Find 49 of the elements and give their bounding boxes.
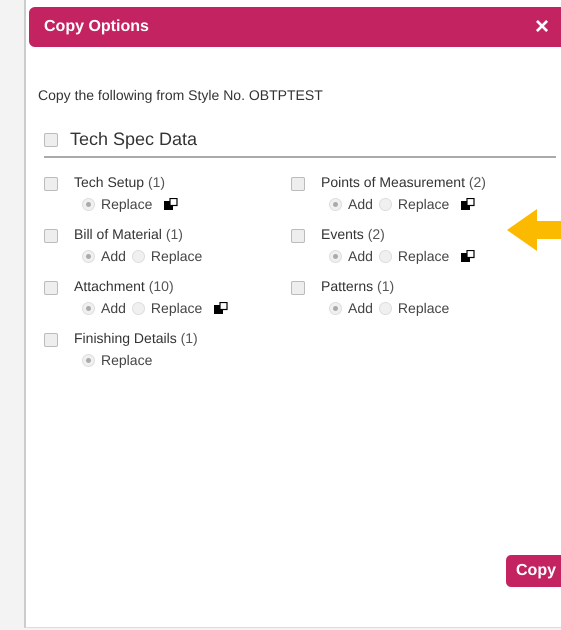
- checkbox[interactable]: [291, 281, 305, 295]
- copy-icon[interactable]: [461, 198, 476, 210]
- option-label: Replace: [150, 248, 202, 264]
- close-button[interactable]: ×: [534, 13, 549, 41]
- option-label: Replace: [101, 196, 152, 212]
- radio-button[interactable]: [82, 198, 95, 210]
- radio-button[interactable]: [378, 198, 392, 210]
- radio-button[interactable]: [378, 302, 392, 314]
- intro-text: Copy the following from Style No. OBTPTEST: [38, 87, 324, 103]
- arrow-icon: [505, 207, 561, 253]
- checkbox[interactable]: [44, 333, 58, 347]
- checkbox[interactable]: [44, 229, 58, 243]
- item-label: Patterns (1): [321, 278, 396, 294]
- copy-icon[interactable]: [164, 198, 178, 210]
- radio-button[interactable]: [329, 302, 342, 314]
- dialog-title: Copy Options: [44, 18, 150, 36]
- option-label: Replace: [398, 196, 450, 212]
- item-label: Attachment (10): [74, 278, 175, 294]
- radio-button[interactable]: [82, 250, 95, 262]
- item-label: Tech Setup (1): [74, 174, 166, 190]
- option-label: Replace: [398, 248, 450, 264]
- section-label: Tech Spec Data: [70, 129, 198, 150]
- option-label: Add: [348, 196, 373, 212]
- checkbox[interactable]: [44, 132, 58, 146]
- radio-button[interactable]: [329, 250, 342, 262]
- item-label: Bill of Material (1): [74, 226, 184, 242]
- copy-icon[interactable]: [461, 250, 476, 262]
- copy-icon[interactable]: [214, 302, 228, 314]
- option-label: Add: [348, 300, 373, 316]
- option-label: Replace: [150, 300, 202, 316]
- radio-button[interactable]: [132, 302, 145, 314]
- radio-button[interactable]: [82, 302, 95, 314]
- radio-button[interactable]: [82, 354, 95, 366]
- checkbox[interactable]: [44, 177, 58, 191]
- option-label: Add: [348, 248, 373, 264]
- item-label: Events (2): [321, 226, 386, 242]
- option-label: Replace: [398, 300, 450, 316]
- radio-button[interactable]: [329, 198, 342, 210]
- item-label: Finishing Details (1): [74, 330, 198, 346]
- radio-button[interactable]: [132, 250, 145, 262]
- radio-button[interactable]: [378, 250, 392, 262]
- checkbox[interactable]: [291, 177, 305, 191]
- option-label: Replace: [101, 352, 152, 368]
- copy-button[interactable]: Copy: [506, 555, 561, 587]
- item-label: Points of Measurement (2): [321, 174, 486, 190]
- checkbox[interactable]: [291, 229, 305, 243]
- option-label: Add: [101, 300, 126, 316]
- option-label: Add: [101, 248, 126, 264]
- checkbox[interactable]: [44, 281, 58, 295]
